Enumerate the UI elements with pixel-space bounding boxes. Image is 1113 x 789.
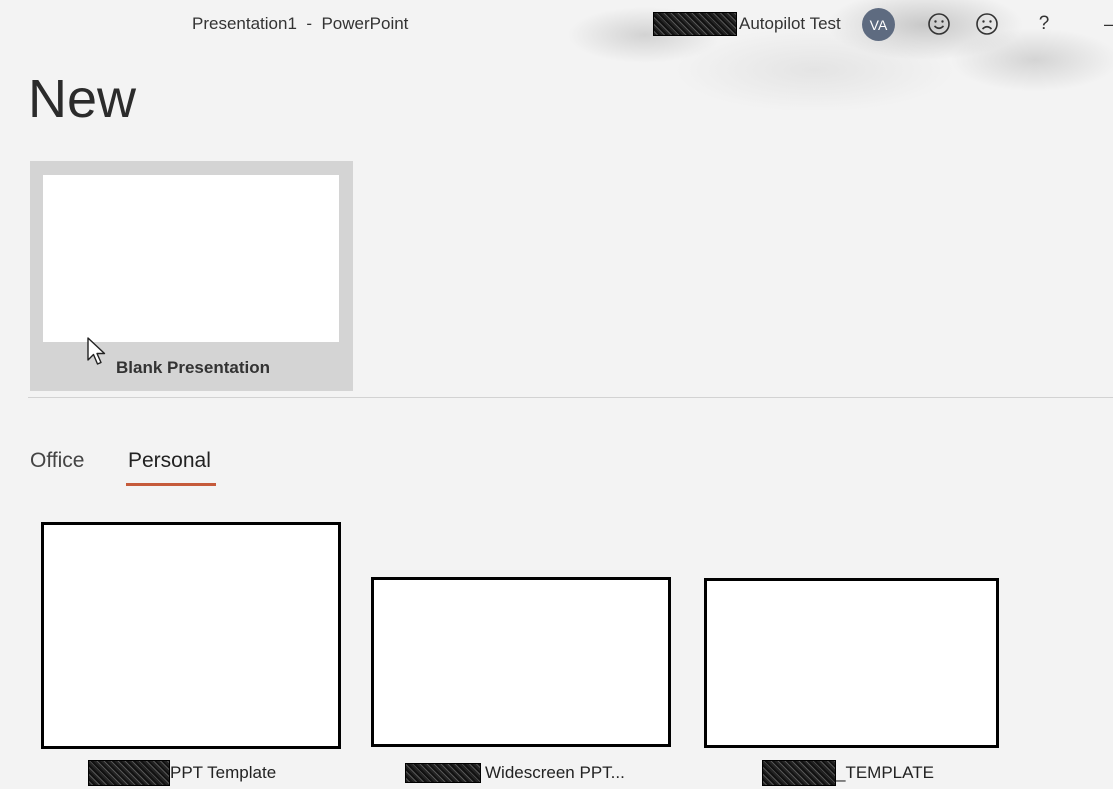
template-label[interactable]: Widescreen PPT... <box>405 762 625 784</box>
template-thumbnail-template[interactable] <box>704 578 999 748</box>
window-title: Presentation1 - PowerPoint <box>192 14 409 33</box>
template-thumbnail-widescreen[interactable] <box>371 577 671 747</box>
blank-presentation-thumbnail[interactable] <box>43 175 339 342</box>
mouse-cursor-icon <box>87 337 106 365</box>
redacted-text <box>88 760 170 786</box>
redacted-text <box>762 760 836 786</box>
template-thumbnail-ppt-template[interactable] <box>41 522 341 749</box>
title-bar: Presentation1 - PowerPoint Autopilot Tes… <box>0 0 1113 110</box>
redacted-text <box>405 763 481 783</box>
minimize-icon[interactable]: – <box>1104 10 1113 38</box>
page-title: New <box>28 69 137 129</box>
blank-presentation-label: Blank Presentation <box>116 358 270 377</box>
tab-office[interactable]: Office <box>30 449 84 473</box>
tab-selected-indicator <box>126 483 216 486</box>
section-divider <box>28 397 1113 398</box>
frown-icon[interactable] <box>973 10 1001 38</box>
template-label-text: Widescreen PPT... <box>485 763 625 782</box>
help-icon[interactable]: ? <box>1030 10 1058 38</box>
blank-presentation-card[interactable]: Blank Presentation <box>30 161 353 391</box>
redacted-text <box>653 12 737 36</box>
template-label[interactable]: PPT Template <box>88 760 277 786</box>
smile-icon[interactable] <box>925 10 953 38</box>
template-label-text: PPT Template <box>170 763 277 782</box>
account-name: Autopilot Test <box>739 14 841 33</box>
avatar[interactable]: VA <box>862 8 895 41</box>
template-label[interactable]: _TEMPLATE <box>762 760 934 786</box>
template-label-text: _TEMPLATE <box>836 763 934 782</box>
tab-personal[interactable]: Personal <box>128 449 211 473</box>
account-info[interactable]: Autopilot Test <box>653 12 841 36</box>
